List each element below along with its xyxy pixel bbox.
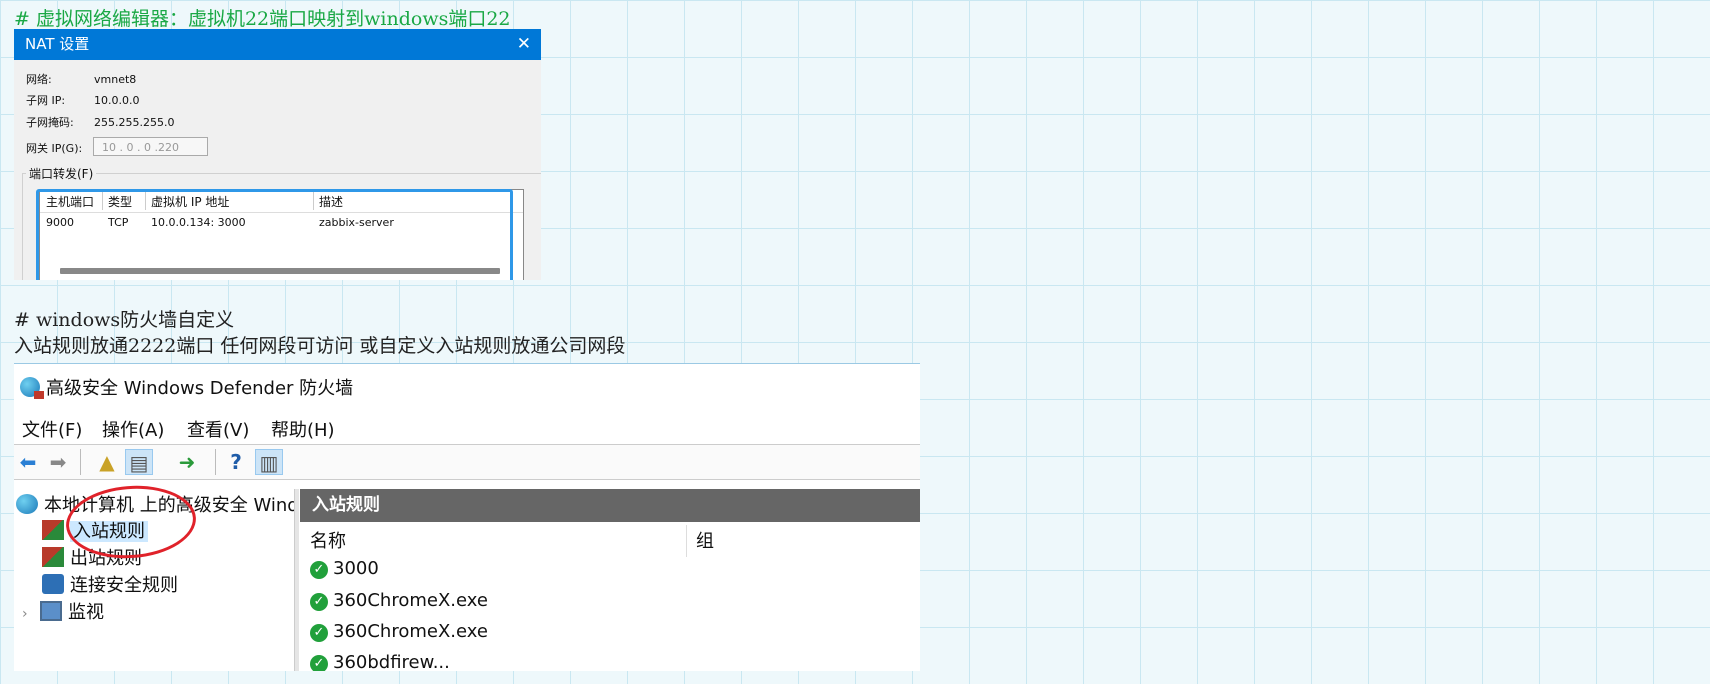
tree-item-label: 监视 xyxy=(68,602,104,623)
check-icon: ✓ xyxy=(310,593,328,611)
check-icon: ✓ xyxy=(310,624,328,642)
table-row[interactable]: ✓ 360bdfirew... xyxy=(310,652,450,671)
window-title-text: 高级安全 Windows Defender 防火墙 xyxy=(46,378,354,399)
check-icon: ✓ xyxy=(310,561,328,579)
table-row[interactable]: ✓ 360ChromeX.exe xyxy=(310,590,488,611)
tree-item-monitoring[interactable]: › 监视 xyxy=(22,598,104,624)
help-icon[interactable]: ? xyxy=(222,449,250,475)
tree-item-connection-security[interactable]: 连接安全规则 xyxy=(42,571,178,597)
rule-name: 360ChromeX.exe xyxy=(333,621,488,642)
firewall-note-description: 入站规则放通2222端口 任何网段可访问 或自定义入站规则放通公司网段 xyxy=(14,335,626,357)
show-hide-console-tree-icon[interactable]: ▤ xyxy=(125,449,153,475)
menu-bar: 文件(F) 操作(A) 查看(V) 帮助(H) xyxy=(14,414,920,442)
highlight-annotation-box xyxy=(36,189,513,280)
connection-security-icon xyxy=(42,574,64,594)
nat-dialog-titlebar: NAT 设置 ✕ xyxy=(14,29,541,60)
toolbar: ⬅ ➡ ▲ ▤ ➜ ? ▥ xyxy=(14,444,920,480)
network-value: vmnet8 xyxy=(94,73,137,86)
table-row[interactable]: ✓ 3000 xyxy=(310,558,379,579)
menu-action[interactable]: 操作(A) xyxy=(102,416,164,442)
export-list-icon[interactable]: ➜ xyxy=(173,449,201,475)
firewall-outbound-icon xyxy=(42,547,64,567)
col-name[interactable]: 名称 xyxy=(310,527,346,553)
subnet-mask-value: 255.255.255.0 xyxy=(94,116,175,129)
menu-view[interactable]: 查看(V) xyxy=(187,416,249,442)
firewall-note-heading: # windows防火墙自定义 xyxy=(14,309,235,331)
rule-name: 360bdfirew... xyxy=(333,652,450,671)
forward-arrow-icon[interactable]: ➡ xyxy=(44,449,72,475)
check-icon: ✓ xyxy=(310,655,328,671)
show-hide-action-pane-icon[interactable]: ▥ xyxy=(255,449,283,475)
network-row: 网络: vmnet8 xyxy=(26,71,136,87)
subnet-ip-label: 子网 IP: xyxy=(26,94,66,107)
network-label: 网络: xyxy=(26,73,52,86)
globe-icon xyxy=(16,494,38,514)
menu-help[interactable]: 帮助(H) xyxy=(271,416,335,442)
rule-name: 3000 xyxy=(333,558,379,579)
port-forwarding-label: 端口转发(F) xyxy=(26,165,97,182)
toolbar-divider xyxy=(215,449,216,475)
firewall-globe-icon xyxy=(20,377,44,399)
rule-name: 360ChromeX.exe xyxy=(333,590,488,611)
firewall-inbound-icon xyxy=(42,520,64,540)
col-group[interactable]: 组 xyxy=(696,527,714,553)
up-folder-icon[interactable]: ▲ xyxy=(93,449,121,475)
rules-pane: 入站规则 名称 组 ✓ 3000 ✓ 360ChromeX.exe ✓ 360Chro… xyxy=(300,489,920,671)
gateway-ip-field[interactable]: 10 . 0 . 0 .220 xyxy=(93,137,208,156)
menu-file[interactable]: 文件(F) xyxy=(22,416,82,442)
subnet-mask-row: 子网掩码: 255.255.255.0 xyxy=(26,114,174,130)
subnet-ip-value: 10.0.0.0 xyxy=(94,94,140,107)
tree-item-label: 连接安全规则 xyxy=(70,575,178,596)
nat-settings-dialog: NAT 设置 ✕ 网络: vmnet8 子网 IP: 10.0.0.0 子网掩码: 2… xyxy=(14,29,541,280)
window-title: 高级安全 Windows Defender 防火墙 xyxy=(20,374,353,400)
pane-title: 入站规则 xyxy=(300,489,920,522)
chevron-right-icon[interactable]: › xyxy=(22,606,40,622)
subnet-mask-label: 子网掩码: xyxy=(26,116,74,129)
pane-splitter[interactable] xyxy=(294,489,299,671)
gateway-label: 网关 IP(G): xyxy=(26,142,83,155)
nat-dialog-title: NAT 设置 xyxy=(25,35,90,53)
table-row[interactable]: ✓ 360ChromeX.exe xyxy=(310,621,488,642)
subnet-ip-row: 子网 IP: 10.0.0.0 xyxy=(26,92,139,108)
column-divider[interactable] xyxy=(686,525,687,557)
vmnet-note-heading: # 虚拟网络编辑器：虚拟机22端口映射到windows端口22 xyxy=(14,8,511,30)
monitor-icon xyxy=(40,601,62,621)
toolbar-divider xyxy=(80,449,81,475)
close-icon[interactable]: ✕ xyxy=(517,29,531,60)
defender-firewall-window: 高级安全 Windows Defender 防火墙 文件(F) 操作(A) 查看… xyxy=(14,363,920,671)
back-arrow-icon[interactable]: ⬅ xyxy=(14,449,42,475)
